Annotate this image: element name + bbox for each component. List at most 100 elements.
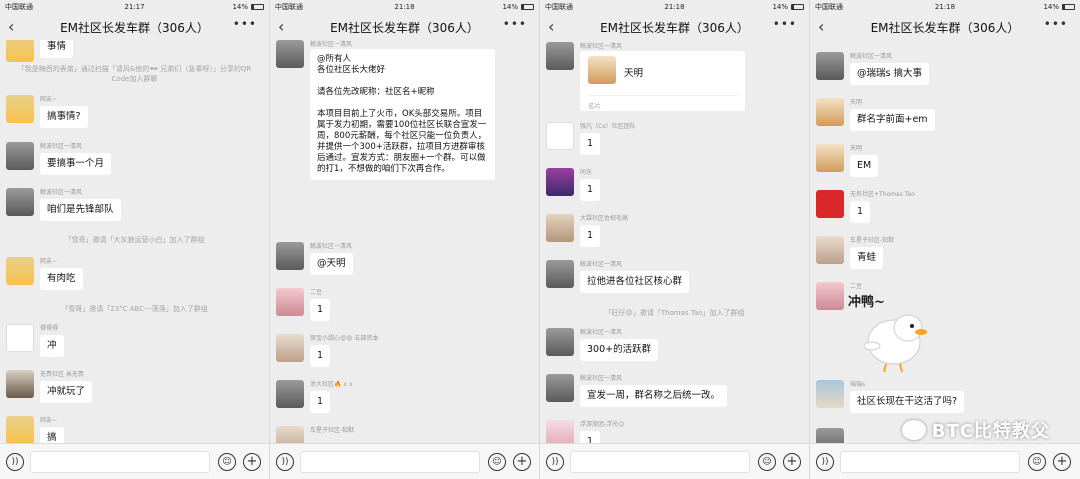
message-input[interactable] xyxy=(840,451,1020,473)
avatar[interactable] xyxy=(816,98,844,126)
avatar[interactable] xyxy=(546,168,574,196)
message-input[interactable] xyxy=(300,451,480,473)
avatar[interactable] xyxy=(6,95,34,123)
input-bar: )) ☺ + xyxy=(810,443,1080,479)
message-bubble[interactable]: 青蛙 xyxy=(850,247,884,269)
system-notice: 「旺仔😡」邀请「Thomas Tao」加入了群组 xyxy=(604,309,745,317)
message-bubble[interactable]: 咱们是先锋部队 xyxy=(40,199,121,221)
message-bubble[interactable]: 1 xyxy=(580,225,601,247)
message-input[interactable] xyxy=(30,451,210,473)
voice-icon[interactable]: )) xyxy=(816,453,834,471)
message-bubble[interactable]: 宣发一周，群名称之后统一改。 xyxy=(580,385,728,407)
avatar[interactable] xyxy=(546,328,574,356)
emoji-icon[interactable]: ☺ xyxy=(218,453,236,471)
back-icon[interactable]: ‹ xyxy=(278,17,284,36)
avatar[interactable] xyxy=(816,380,844,408)
message-bubble[interactable]: 搞 xyxy=(40,427,64,443)
message-bubble[interactable]: 冲就玩了 xyxy=(40,381,93,403)
avatar[interactable] xyxy=(276,288,304,316)
avatar[interactable] xyxy=(816,52,844,80)
avatar[interactable] xyxy=(816,428,844,443)
back-icon[interactable]: ‹ xyxy=(8,17,14,36)
message-bubble[interactable]: 冲 xyxy=(40,335,64,357)
message-list[interactable]: 鲸波社区一清风 @所有人 各位社区长大佬好 请各位先改昵称：社区名+昵称 本项目目… xyxy=(270,40,539,443)
avatar[interactable] xyxy=(546,260,574,288)
duck-sticker[interactable]: 冲鸭~ xyxy=(846,290,936,375)
avatar[interactable] xyxy=(6,324,34,352)
avatar[interactable] xyxy=(6,416,34,443)
message-bubble[interactable]: 社区长现在干这活了吗? xyxy=(850,391,965,413)
emoji-icon[interactable]: ☺ xyxy=(1028,453,1046,471)
avatar[interactable] xyxy=(816,190,844,218)
avatar[interactable] xyxy=(6,188,34,216)
voice-icon[interactable]: )) xyxy=(6,453,24,471)
message-input[interactable] xyxy=(570,451,750,473)
emoji-icon[interactable]: ☺ xyxy=(488,453,506,471)
message-bubble[interactable]: 要搞事一个月 xyxy=(40,153,112,175)
message-bubble[interactable]: 300+的活跃群 xyxy=(580,339,659,361)
phone-screen-1: 中国联通 21:17 14% ‹ EM社区长发车群（306人） ••• 事情 「… xyxy=(0,0,270,479)
avatar[interactable] xyxy=(816,236,844,264)
avatar[interactable] xyxy=(6,40,34,62)
emoji-icon[interactable]: ☺ xyxy=(758,453,776,471)
avatar[interactable] xyxy=(546,420,574,443)
sender-name: 鲸波社区一清风 xyxy=(40,143,83,150)
message-bubble[interactable]: @瑞瑞s 搞大事 xyxy=(850,63,929,85)
message-bubble[interactable]: 1 xyxy=(310,345,331,367)
chat-title: EM社区长发车群（306人） xyxy=(60,20,209,35)
sender-name: 大霖社区佐祝毛高 xyxy=(580,215,629,222)
contact-card[interactable]: 天明 名片 xyxy=(580,51,745,111)
back-icon[interactable]: ‹ xyxy=(818,17,824,36)
avatar[interactable] xyxy=(276,334,304,362)
message: 浮游旅团-浮光😊 1 xyxy=(546,420,801,443)
more-icon[interactable]: ••• xyxy=(503,17,527,31)
avatar[interactable] xyxy=(276,380,304,408)
avatar[interactable] xyxy=(6,257,34,285)
message-list[interactable]: 鲸波社区一清风 @瑞瑞s 搞大事 天明 群名字前面+em 天明 EM 无名社区+Tho… xyxy=(810,40,1080,443)
more-icon[interactable]: ••• xyxy=(1044,17,1068,31)
chat-title: EM社区长发车群（306人） xyxy=(870,20,1020,35)
message-bubble[interactable]: 1 xyxy=(850,201,871,223)
avatar[interactable] xyxy=(546,42,574,70)
avatar[interactable] xyxy=(276,242,304,270)
message-bubble[interactable]: 有肉吃 xyxy=(40,268,83,290)
message-bubble[interactable]: 1 xyxy=(580,431,601,443)
message-bubble[interactable]: @天明 xyxy=(310,253,353,275)
message-bubble[interactable]: 1 xyxy=(310,391,331,413)
avatar[interactable] xyxy=(276,40,304,68)
avatar[interactable] xyxy=(546,374,574,402)
plus-icon[interactable]: + xyxy=(1053,453,1071,471)
plus-icon[interactable]: + xyxy=(783,453,801,471)
message-bubble[interactable]: 拉他进各位社区核心群 xyxy=(580,271,690,293)
message: 瑞瑞s 社区长现在干这活了吗? xyxy=(816,380,1072,413)
message-bubble[interactable]: @所有人 各位社区长大佬好 请各位先改昵称：社区名+昵称 本项目目前上了火币，O… xyxy=(310,49,495,180)
voice-icon[interactable]: )) xyxy=(546,453,564,471)
carrier-label: 中国联通 xyxy=(545,3,573,11)
more-icon[interactable]: ••• xyxy=(233,17,257,31)
message-bubble[interactable]: EM xyxy=(850,155,879,177)
message-list[interactable]: 鲸波社区一清风 天明 名片 强凡（Cx）社区团队 1 同东 1 大霖社区佐祝毛高 1 xyxy=(540,40,809,443)
avatar[interactable] xyxy=(816,144,844,172)
message-bubble[interactable]: 搞事情? xyxy=(40,106,88,128)
message-list[interactable]: 事情 「我是梅西的表弟」通过扫描「请风&他的🕶 兄弟们（急事呀）」分享的QR C… xyxy=(0,40,269,443)
voice-icon[interactable]: )) xyxy=(276,453,294,471)
message-bubble[interactable]: 事情 xyxy=(40,40,74,58)
back-icon[interactable]: ‹ xyxy=(548,17,554,36)
avatar[interactable] xyxy=(6,142,34,170)
more-icon[interactable]: ••• xyxy=(773,17,797,31)
message: 鲸波社区一清风 拉他进各位社区核心群 xyxy=(546,260,801,293)
avatar[interactable] xyxy=(546,122,574,150)
plus-icon[interactable]: + xyxy=(243,453,261,471)
plus-icon[interactable]: + xyxy=(513,453,531,471)
avatar[interactable] xyxy=(546,214,574,242)
sender-name: 网友~ xyxy=(40,417,58,424)
avatar[interactable] xyxy=(6,370,34,398)
avatar[interactable] xyxy=(276,426,304,443)
sender-name: 鲸波社区一清风 xyxy=(310,41,353,48)
message-bubble[interactable]: 1 xyxy=(580,179,601,201)
message: 鲸波社区一清风 @天明 xyxy=(276,242,531,275)
message-bubble[interactable]: 群名字前面+em xyxy=(850,109,935,131)
message-bubble[interactable]: 1 xyxy=(580,133,601,155)
message-bubble[interactable]: 1 xyxy=(310,299,331,321)
avatar[interactable] xyxy=(816,282,844,310)
